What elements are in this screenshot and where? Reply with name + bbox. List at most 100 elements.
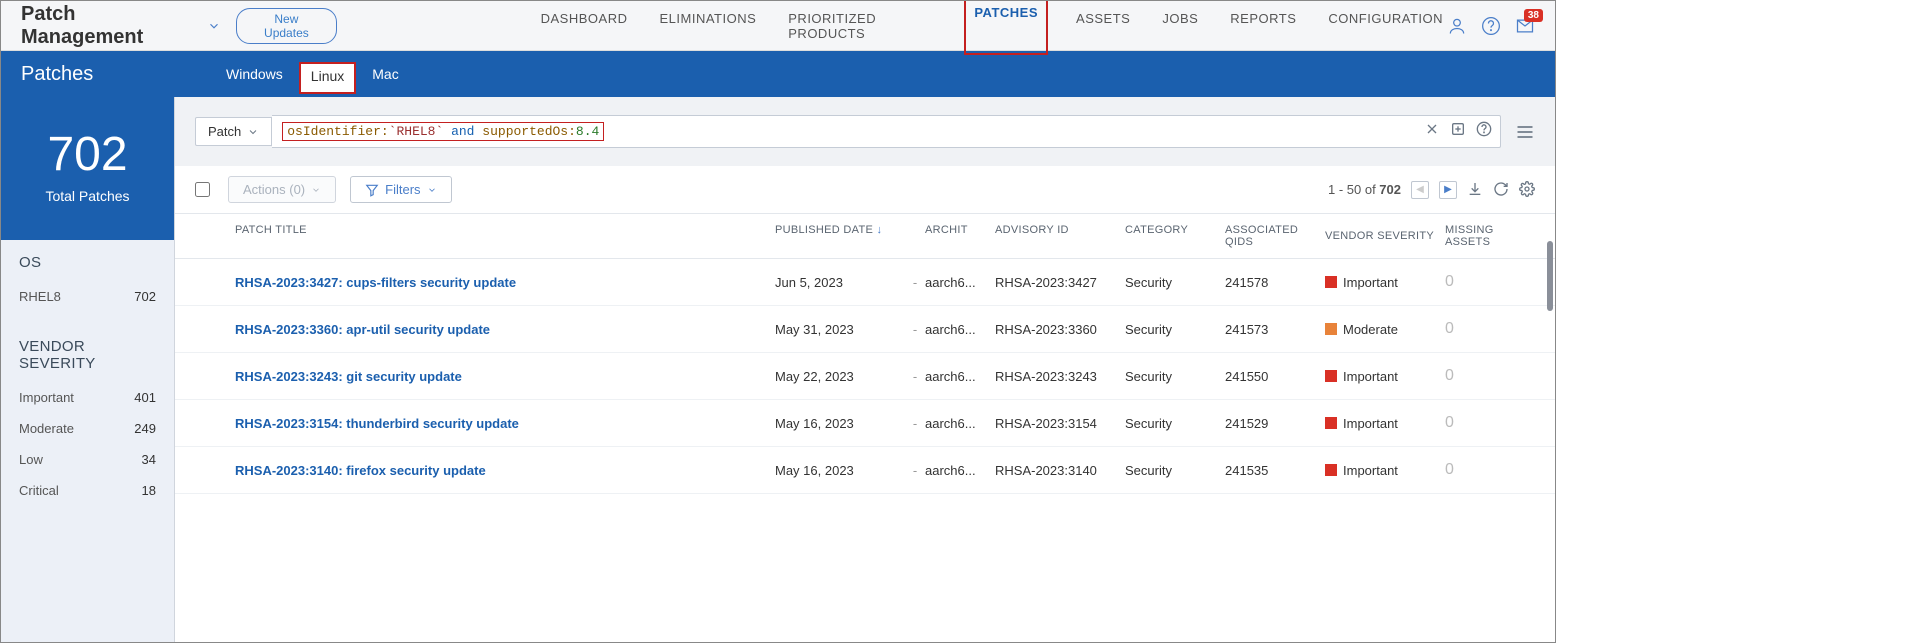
cell-severity: Important (1325, 275, 1445, 290)
search-action-icons (1424, 120, 1492, 138)
nav-patches[interactable]: PATCHES (964, 0, 1048, 55)
patch-title-link[interactable]: RHSA-2023:3427: cups-filters security up… (235, 275, 516, 290)
nav-prioritized-products[interactable]: PRIORITIZED PRODUCTS (784, 0, 940, 55)
pagination-range: 1 - 50 of 702 (1328, 182, 1401, 197)
facet-count: 401 (134, 390, 156, 405)
severity-swatch-icon (1325, 276, 1337, 288)
facet-label: Critical (19, 483, 59, 498)
cell-category: Security (1125, 322, 1225, 337)
cell-category: Security (1125, 416, 1225, 431)
cell-qid: 241550 (1225, 369, 1325, 384)
summary-label: Total Patches (1, 188, 174, 204)
new-updates-button[interactable]: New Updates (236, 8, 336, 44)
patch-title-link[interactable]: RHSA-2023:3360: apr-util security update (235, 322, 490, 337)
cell-missing: 0 (1445, 367, 1535, 385)
cell-arch: aarch6... (925, 275, 995, 290)
cell-arch: aarch6... (925, 322, 995, 337)
facet-os-rhel8[interactable]: RHEL8 702 (19, 281, 156, 312)
notification-badge: 38 (1524, 9, 1543, 22)
col-published-date[interactable]: PUBLISHED DATE ↓ (775, 224, 905, 248)
facet-sev-low[interactable]: Low34 (19, 444, 156, 475)
search-scope-label: Patch (208, 124, 241, 139)
cell-arch: aarch6... (925, 416, 995, 431)
table-row[interactable]: RHSA-2023:3154: thunderbird security upd… (175, 400, 1555, 447)
scrollbar-thumb[interactable] (1547, 241, 1553, 311)
clear-icon[interactable] (1424, 120, 1440, 138)
facet-sev-moderate[interactable]: Moderate249 (19, 413, 156, 444)
settings-icon[interactable] (1519, 181, 1535, 199)
nav-assets[interactable]: ASSETS (1072, 0, 1134, 55)
tab-mac[interactable]: Mac (356, 54, 414, 94)
cell-dash: - (905, 275, 925, 290)
chevron-down-icon (247, 126, 259, 138)
cell-advisory: RHSA-2023:3154 (995, 416, 1125, 431)
tab-windows[interactable]: Windows (210, 54, 299, 94)
tab-linux[interactable]: Linux (299, 62, 356, 94)
severity-swatch-icon (1325, 464, 1337, 476)
pagination: 1 - 50 of 702 ◀ ▶ (1328, 181, 1535, 199)
col-vendor-severity[interactable]: VENDOR SEVERITY (1325, 224, 1445, 248)
cell-advisory: RHSA-2023:3140 (995, 463, 1125, 478)
nav-jobs[interactable]: JOBS (1158, 0, 1202, 55)
nav-configuration[interactable]: CONFIGURATION (1324, 0, 1447, 55)
facet-sev-critical[interactable]: Critical18 (19, 475, 156, 506)
search-scope-dropdown[interactable]: Patch (195, 117, 272, 146)
patch-title-link[interactable]: RHSA-2023:3243: git security update (235, 369, 462, 384)
select-all-checkbox[interactable] (195, 182, 210, 197)
facet-sev-important[interactable]: Important401 (19, 382, 156, 413)
page-next-button[interactable]: ▶ (1439, 181, 1457, 199)
search-query-highlight: osIdentifier:`RHEL8` and supportedOs:8.4 (282, 122, 604, 141)
col-advisory-id[interactable]: ADVISORY ID (995, 224, 1125, 248)
cell-missing: 0 (1445, 461, 1535, 479)
search-bar-row: Patch osIdentifier:`RHEL8` and supported… (175, 97, 1555, 166)
content: Patch osIdentifier:`RHEL8` and supported… (175, 97, 1555, 642)
inbox-icon[interactable]: 38 (1515, 15, 1535, 36)
nav-reports[interactable]: REPORTS (1226, 0, 1300, 55)
col-associated-qids[interactable]: ASSOCIATED QIDS (1225, 224, 1325, 248)
col-patch-title[interactable]: PATCH TITLE (235, 224, 775, 248)
cell-qid: 241578 (1225, 275, 1325, 290)
table-header: PATCH TITLE PUBLISHED DATE ↓ ARCHIT ADVI… (175, 214, 1555, 259)
patch-title-link[interactable]: RHSA-2023:3140: firefox security update (235, 463, 486, 478)
download-icon[interactable] (1467, 181, 1483, 199)
table-row[interactable]: RHSA-2023:3360: apr-util security update… (175, 306, 1555, 353)
query-token: osIdentifier: (287, 124, 388, 139)
table-row[interactable]: RHSA-2023:3427: cups-filters security up… (175, 259, 1555, 306)
summary-count: 702 (1, 127, 174, 182)
menu-icon[interactable] (1515, 120, 1535, 143)
help-icon[interactable] (1481, 15, 1501, 36)
cell-advisory: RHSA-2023:3360 (995, 322, 1125, 337)
cell-severity: Important (1325, 416, 1445, 431)
refresh-icon[interactable] (1493, 181, 1509, 199)
severity-swatch-icon (1325, 323, 1337, 335)
save-search-icon[interactable] (1450, 120, 1466, 138)
search-input[interactable]: osIdentifier:`RHEL8` and supportedOs:8.4 (272, 115, 1501, 148)
cell-category: Security (1125, 369, 1225, 384)
chevron-down-icon (311, 185, 321, 195)
app-switcher-chevron-icon[interactable] (207, 18, 221, 34)
cell-arch: aarch6... (925, 463, 995, 478)
nav-dashboard[interactable]: DASHBOARD (537, 0, 632, 55)
facet-severity-title: VENDOR SEVERITY (19, 338, 156, 372)
col-category[interactable]: CATEGORY (1125, 224, 1225, 248)
actions-label: Actions (0) (243, 182, 305, 197)
table-row[interactable]: RHSA-2023:3243: git security updateMay 2… (175, 353, 1555, 400)
table-row[interactable]: RHSA-2023:3140: firefox security updateM… (175, 447, 1555, 494)
app-title: Patch Management (21, 3, 199, 49)
patches-table: PATCH TITLE PUBLISHED DATE ↓ ARCHIT ADVI… (175, 214, 1555, 494)
col-architecture[interactable]: ARCHIT (925, 224, 995, 248)
cell-advisory: RHSA-2023:3427 (995, 275, 1125, 290)
page-prev-button[interactable]: ◀ (1411, 181, 1429, 199)
facet-label: Low (19, 452, 43, 467)
query-token: and (443, 124, 482, 139)
cell-dash: - (905, 463, 925, 478)
top-header: Patch Management New Updates DASHBOARD E… (1, 1, 1555, 51)
cell-qid: 241535 (1225, 463, 1325, 478)
search-help-icon[interactable] (1476, 120, 1492, 138)
filters-button[interactable]: Filters (350, 176, 451, 203)
col-missing-assets[interactable]: MISSING ASSETS (1445, 224, 1535, 248)
actions-button[interactable]: Actions (0) (228, 176, 336, 203)
nav-eliminations[interactable]: ELIMINATIONS (655, 0, 760, 55)
user-icon[interactable] (1447, 15, 1467, 36)
patch-title-link[interactable]: RHSA-2023:3154: thunderbird security upd… (235, 416, 519, 431)
